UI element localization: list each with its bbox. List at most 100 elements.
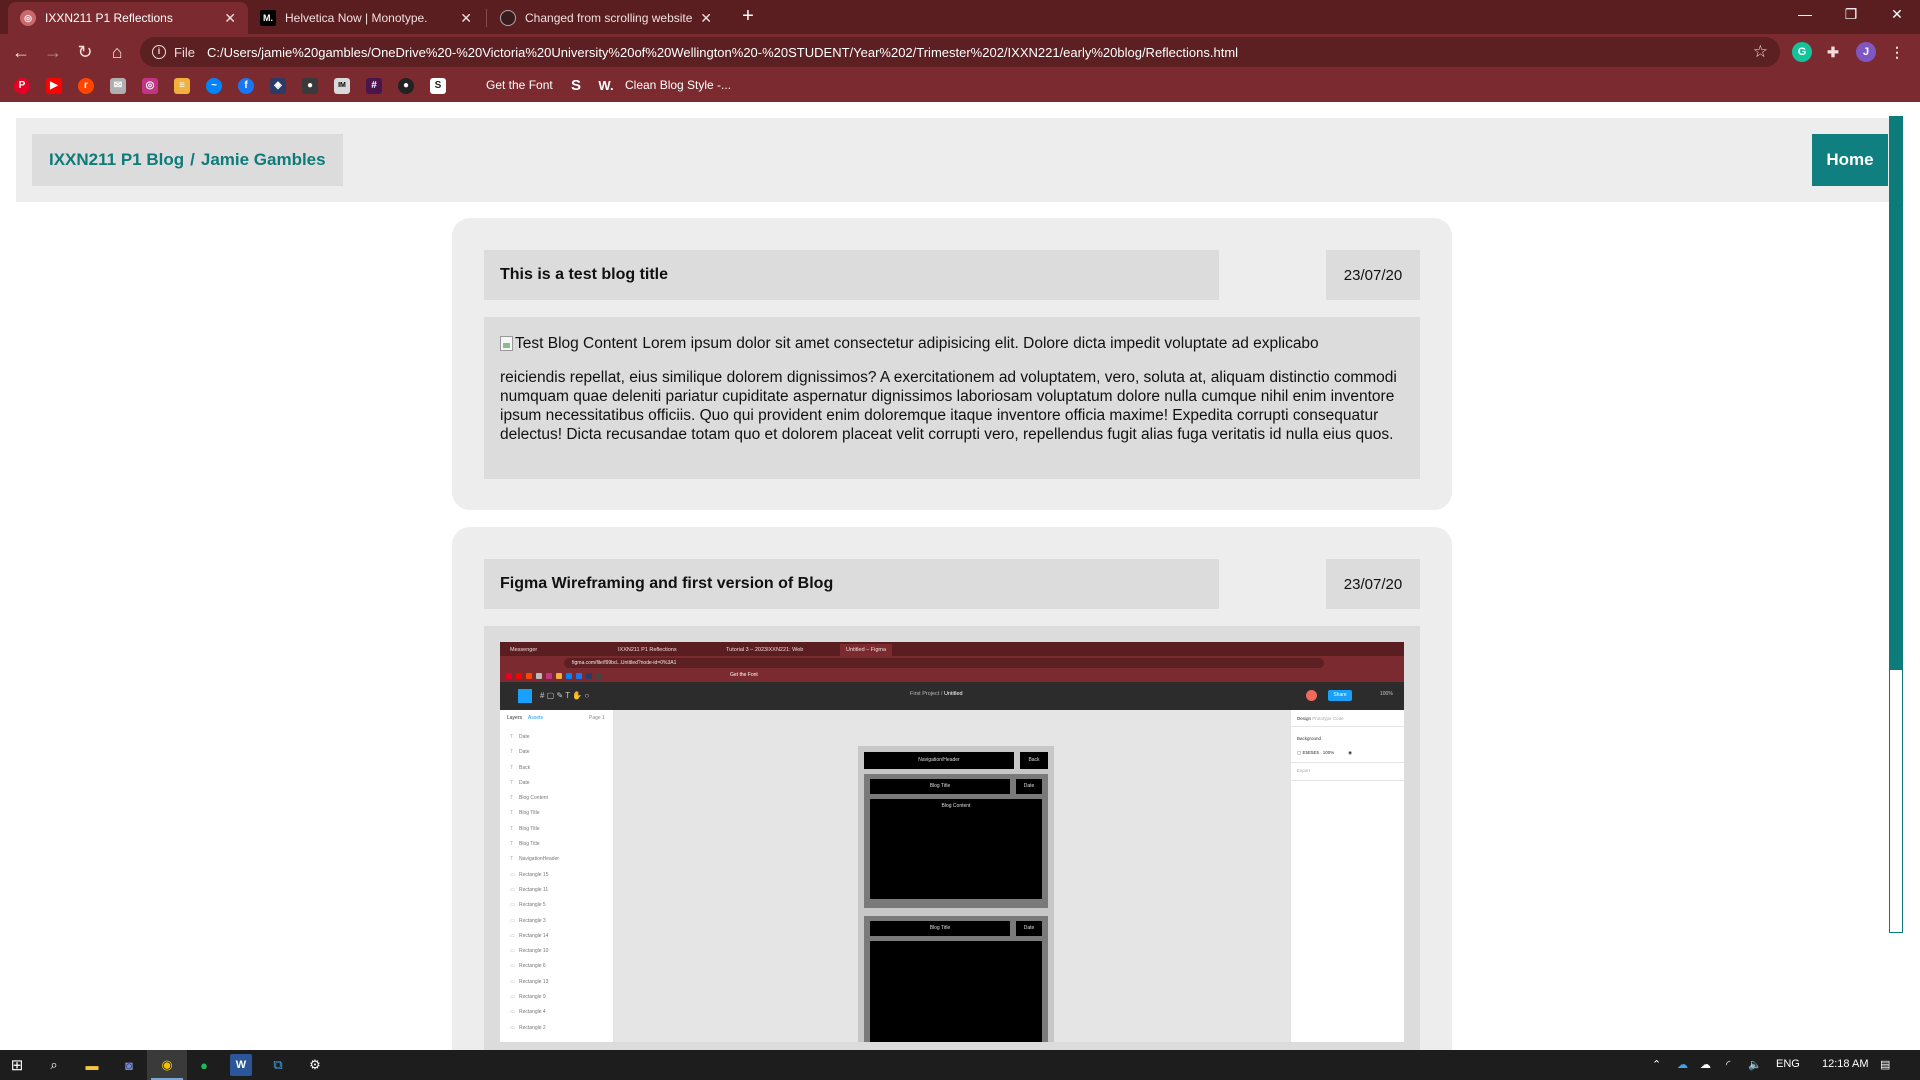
get-the-font-icon[interactable]: S: [568, 78, 584, 94]
word-icon[interactable]: W: [230, 1054, 252, 1076]
page-viewport: IXXN211 P1 Blog / Jamie Gambles Home Thi…: [0, 102, 1920, 1050]
tab-monotype[interactable]: M. Helvetica Now | Monotype. ✕: [248, 2, 484, 34]
tab-github[interactable]: Changed from scrolling website ✕: [488, 2, 724, 34]
onedrive-icon[interactable]: ☁: [1677, 1058, 1688, 1071]
tab-title: Helvetica Now | Monotype.: [285, 11, 428, 25]
clock[interactable]: 12:18 AM: [1822, 1058, 1868, 1070]
post-title: Figma Wireframing and first version of B…: [484, 559, 1219, 609]
brand-separator: /: [190, 150, 195, 169]
tab-title: Changed from scrolling website: [525, 11, 693, 25]
settings-gear-icon[interactable]: ⚙: [304, 1054, 326, 1076]
search-icon[interactable]: ⌕: [43, 1054, 65, 1076]
notifications-icon[interactable]: ▤: [1880, 1058, 1890, 1071]
cloud-icon[interactable]: ☁: [1700, 1058, 1711, 1071]
image-alt-text: Test Blog Content: [515, 334, 638, 352]
chrome-page-icon: ◎: [20, 10, 36, 26]
screenshot-wireframe: Navigation/Header Back Blog Title Date B…: [858, 746, 1054, 1042]
volume-icon[interactable]: 🔈: [1748, 1058, 1762, 1071]
facebook-icon[interactable]: f: [238, 78, 254, 94]
w-icon[interactable]: W.: [598, 78, 614, 94]
bookmark-get-the-font[interactable]: Get the Font: [486, 78, 553, 92]
post-date: 23/07/20: [1326, 250, 1420, 300]
messenger-icon[interactable]: ~: [206, 78, 222, 94]
feed-icon[interactable]: ≡: [174, 78, 190, 94]
post-title: This is a test blog title: [484, 250, 1219, 300]
back-arrow-icon[interactable]: ←: [9, 40, 33, 64]
screenshot-tab: Messenger: [510, 647, 538, 653]
close-icon[interactable]: ✕: [700, 10, 712, 27]
screenshot-toolbar: figma.com/file/f99bd...Untitled?node-id=…: [500, 656, 1404, 670]
tab-reflections[interactable]: ◎ IXXN211 P1 Reflections ✕: [8, 2, 248, 34]
windows-start-icon[interactable]: ⊞: [6, 1054, 28, 1076]
address-bar[interactable]: i File C:/Users/jamie%20gambles/OneDrive…: [140, 37, 1780, 67]
imdb-icon[interactable]: IM: [334, 78, 350, 94]
grammarly-icon[interactable]: G: [1792, 42, 1812, 62]
bookmarks-bar: P ▶ r ✉ ◎ ≡ ~ f ◈ ● IM # ● S Get the Fon…: [0, 70, 1920, 102]
screenshot-tab: Tutorial 3 – 2023IXXN221: Web: [726, 647, 804, 653]
brand-author: Jamie Gambles: [200, 150, 326, 169]
home-icon[interactable]: ⌂: [105, 40, 129, 64]
forward-arrow-icon[interactable]: →: [41, 40, 65, 64]
wifi-icon[interactable]: ◜: [1726, 1058, 1730, 1071]
figma-screenshot-image: Messenger IXXN211 P1 Reflections Tutoria…: [500, 642, 1404, 1042]
post-text-body: reiciendis repellat, eius similique dolo…: [500, 369, 1397, 443]
post-content-first-line: Test Blog Content Lorem ipsum dolor sit …: [500, 333, 1404, 353]
address-url: C:/Users/jamie%20gambles/OneDrive%20-%20…: [206, 44, 1239, 60]
reload-icon[interactable]: ↻: [73, 40, 97, 64]
broken-image-icon: [500, 335, 513, 351]
flickr-icon[interactable]: ●: [302, 78, 318, 94]
chrome-icon[interactable]: ◉: [156, 1054, 178, 1076]
star-icon[interactable]: ☆: [1753, 42, 1768, 62]
bookmark-clean-blog[interactable]: Clean Blog Style -...: [625, 78, 731, 92]
screenshot-canvas: Navigation/Header Back Blog Title Date B…: [614, 710, 1403, 1042]
page-scrollbar-thumb[interactable]: [1889, 116, 1903, 670]
browser-toolbar: ← → ↻ ⌂ i File C:/Users/jamie%20gambles/…: [0, 34, 1920, 70]
windows-taskbar: ⊞ ⌕ ▬ ◙ ◉ ● W ⧉ ⚙ ⌃ ☁ ☁ ◜ 🔈 ENG 12:18 AM…: [0, 1050, 1920, 1080]
tab-strip: ◎ IXXN211 P1 Reflections ✕ M. Helvetica …: [0, 0, 1920, 34]
post-date: 23/07/20: [1326, 559, 1420, 609]
screenshot-bookmarks: Get the Font: [500, 670, 1404, 682]
info-icon[interactable]: i: [152, 45, 166, 59]
slack-icon[interactable]: #: [366, 78, 382, 94]
instagram-icon[interactable]: ◎: [142, 78, 158, 94]
home-button[interactable]: Home: [1812, 134, 1888, 186]
youtube-icon[interactable]: ▶: [46, 78, 62, 94]
spotify-icon[interactable]: ●: [193, 1054, 215, 1076]
screenshot-figma-toolbar: # ▢ ✎ T ✋ ○ First Project / Untitled Sha…: [500, 682, 1404, 710]
site-header: IXXN211 P1 Blog / Jamie Gambles Home: [16, 118, 1904, 202]
address-scheme: File: [174, 44, 195, 60]
github-icon[interactable]: ●: [398, 78, 414, 94]
blog-post: This is a test blog title 23/07/20 Test …: [452, 218, 1452, 510]
screenshot-tab: Untitled – Figma: [840, 644, 893, 656]
app-icon[interactable]: ◈: [270, 78, 286, 94]
pinterest-icon[interactable]: P: [14, 78, 30, 94]
brand-link[interactable]: IXXN211 P1 Blog / Jamie Gambles: [32, 134, 343, 186]
reddit-icon[interactable]: r: [78, 78, 94, 94]
file-explorer-icon[interactable]: ▬: [81, 1054, 103, 1076]
menu-kebab-icon[interactable]: ⋮: [1887, 42, 1907, 62]
restore-icon[interactable]: ❐: [1828, 0, 1874, 30]
close-icon[interactable]: ✕: [224, 10, 236, 27]
screenshot-avatar: [1306, 690, 1317, 701]
chevron-up-icon[interactable]: ⌃: [1652, 1058, 1661, 1071]
minimize-icon[interactable]: —: [1782, 0, 1828, 30]
close-icon[interactable]: ✕: [460, 10, 472, 27]
vscode-icon[interactable]: ⧉: [267, 1054, 289, 1076]
screenshot-layers-panel: LayersAssets Page 1 Date Date Back Date …: [500, 710, 614, 1042]
screenshot-tabstrip: Messenger IXXN211 P1 Reflections Tutoria…: [500, 642, 1404, 656]
mail-icon[interactable]: ✉: [110, 78, 126, 94]
screenshot-zoom: 100%: [1380, 691, 1393, 697]
screenshot-bookmark-text: Get the Font: [730, 672, 758, 678]
profile-avatar[interactable]: J: [1856, 42, 1876, 62]
new-tab-button[interactable]: +: [736, 5, 760, 29]
screenshot-share: Share: [1328, 690, 1352, 701]
extensions-puzzle-icon[interactable]: ✚: [1823, 42, 1843, 62]
discord-icon[interactable]: ◙: [118, 1054, 140, 1076]
window-close-icon[interactable]: ✕: [1874, 0, 1920, 30]
language-indicator[interactable]: ENG: [1776, 1058, 1800, 1070]
browser-chrome: ◎ IXXN211 P1 Reflections ✕ M. Helvetica …: [0, 0, 1920, 102]
screenshot-url: figma.com/file/f99bd...Untitled?node-id=…: [564, 658, 1324, 668]
s-icon[interactable]: S: [430, 78, 446, 94]
screenshot-design-panel: Design Prototype Code Background ▢ E5E5E…: [1290, 710, 1404, 1042]
tab-title: IXXN211 P1 Reflections: [45, 11, 173, 25]
